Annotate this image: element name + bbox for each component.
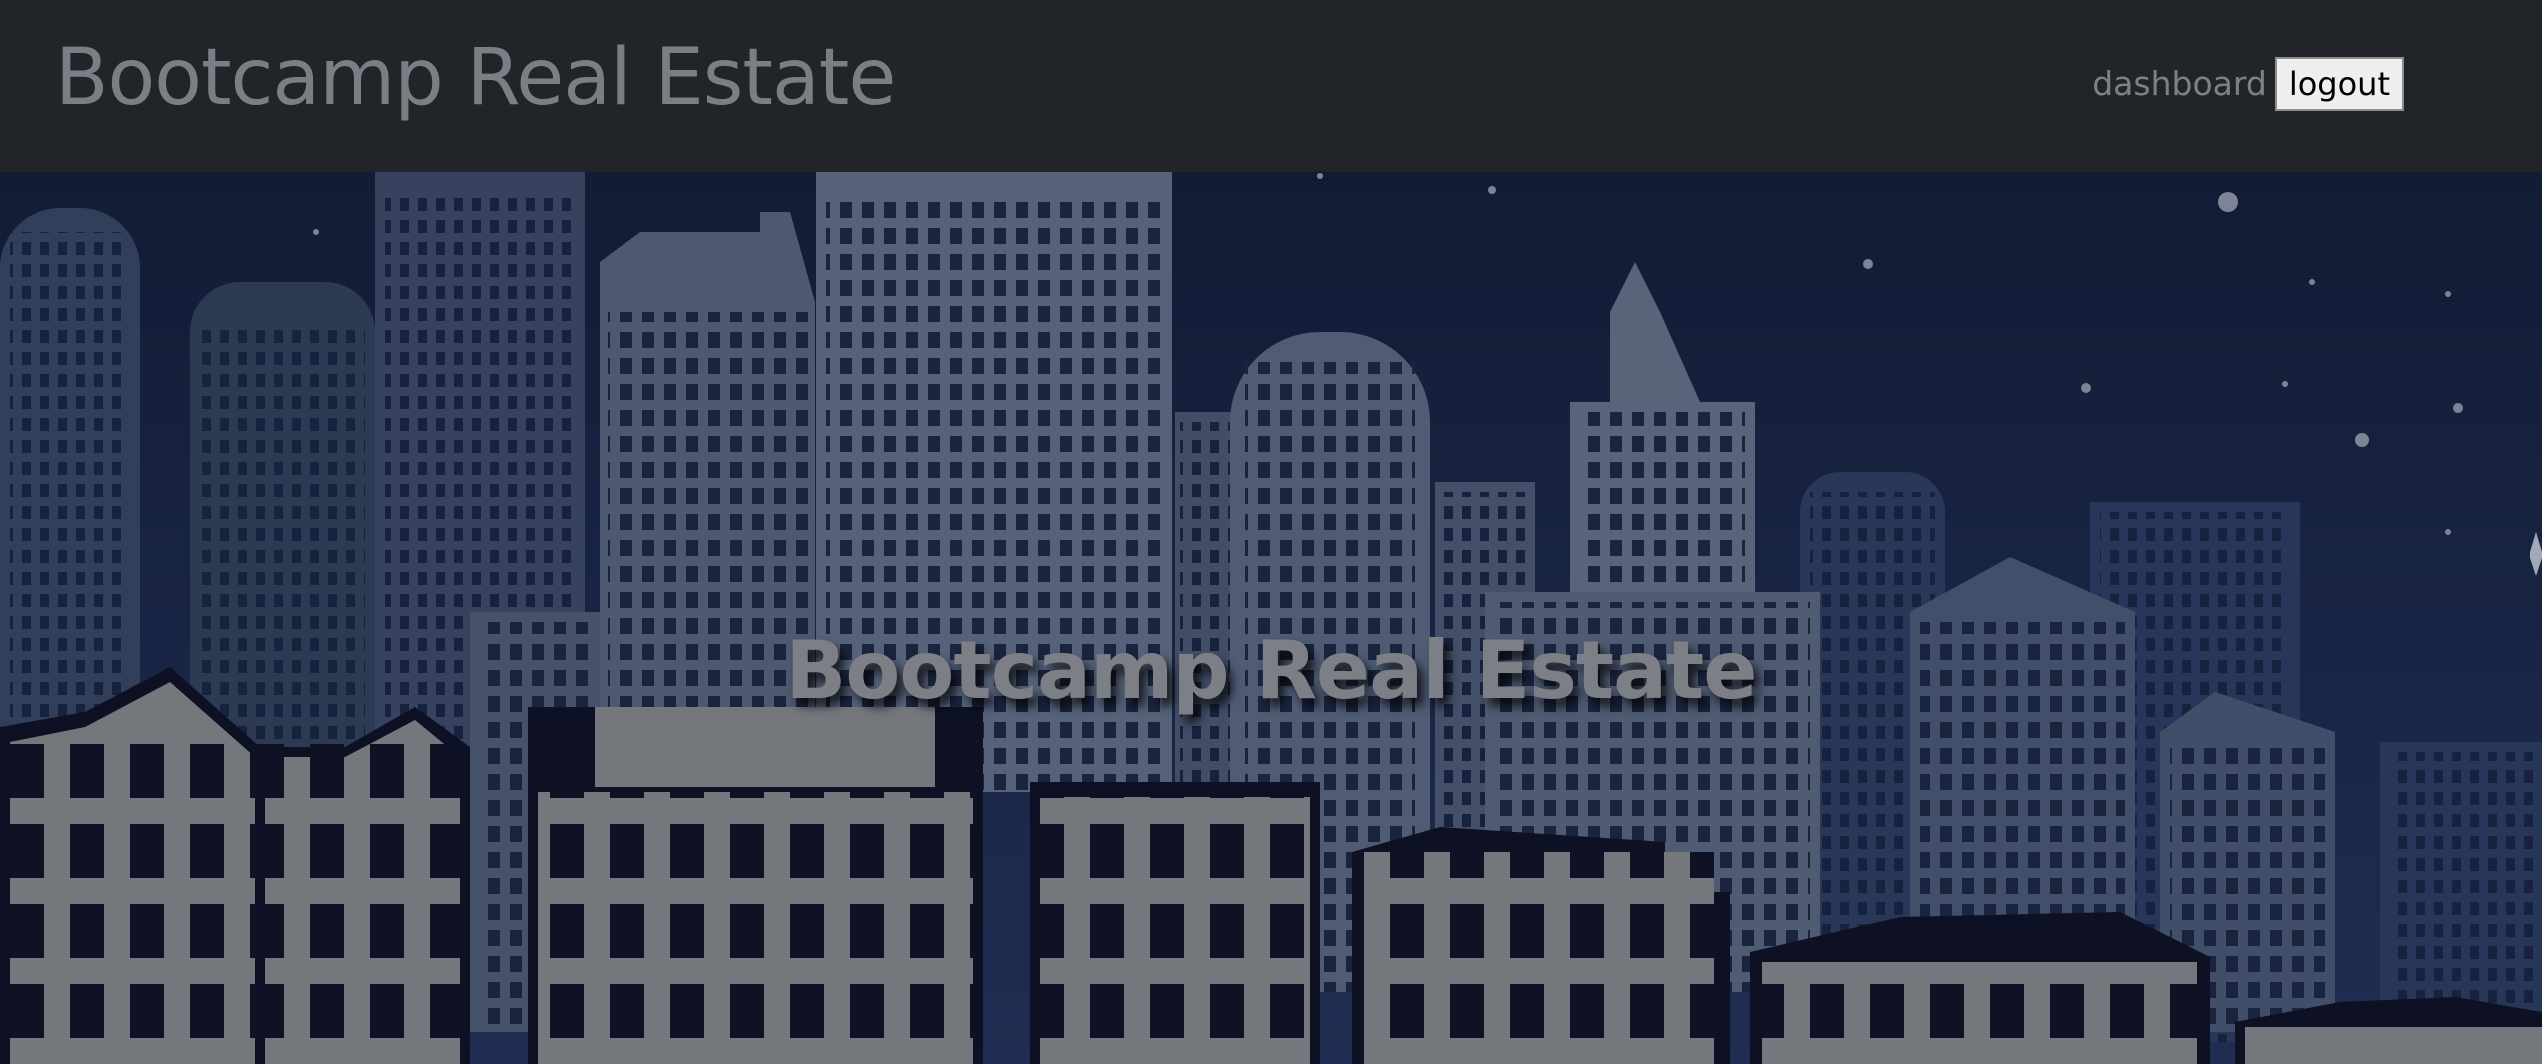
hero-title: Bootcamp Real Estate xyxy=(785,623,1757,717)
logout-button[interactable]: logout xyxy=(2274,57,2404,111)
hero-banner: Bootcamp Real Estate xyxy=(0,172,2542,1064)
top-navbar: Bootcamp Real Estate dashboard logout xyxy=(0,0,2542,172)
city-skyline-illustration xyxy=(0,172,2542,1064)
brand-title[interactable]: Bootcamp Real Estate xyxy=(55,28,896,128)
nav-link-dashboard[interactable]: dashboard xyxy=(2092,56,2267,112)
nav-links: dashboard logout xyxy=(2092,56,2404,112)
